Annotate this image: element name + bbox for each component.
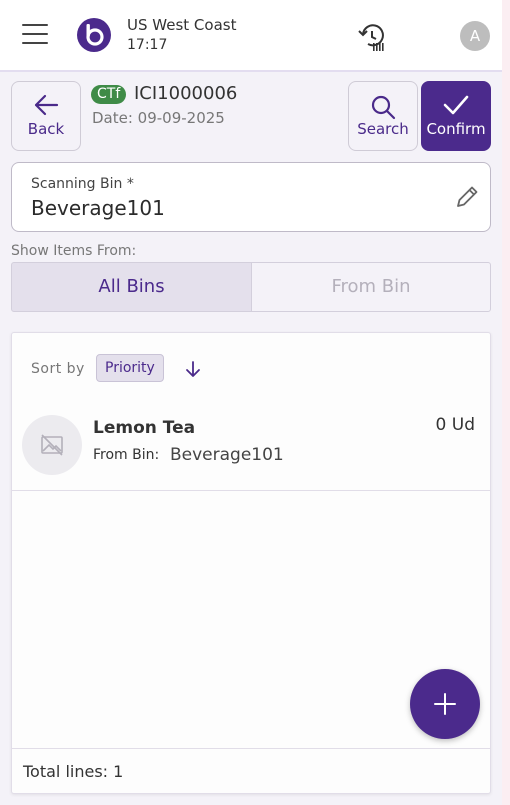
arrow-down-icon[interactable] bbox=[183, 359, 203, 379]
sort-field-chip[interactable]: Priority bbox=[96, 354, 164, 382]
list-item[interactable]: Lemon Tea From Bin: Beverage101 0 Ud bbox=[12, 403, 490, 491]
avatar[interactable]: A bbox=[460, 21, 490, 51]
add-item-button[interactable] bbox=[410, 669, 480, 739]
image-placeholder bbox=[22, 415, 82, 475]
footer-divider bbox=[12, 748, 490, 749]
search-button-label: Search bbox=[357, 120, 409, 138]
history-sync-icon[interactable] bbox=[357, 22, 387, 52]
sort-by-label: Sort by bbox=[31, 361, 85, 377]
tab-from-bin[interactable]: From Bin bbox=[251, 262, 491, 312]
plus-icon bbox=[434, 693, 456, 715]
pencil-icon[interactable] bbox=[453, 183, 481, 211]
scanning-bin-field[interactable]: Scanning Bin * Beverage101 bbox=[11, 162, 491, 232]
arrow-left-icon bbox=[34, 94, 59, 116]
back-button-label: Back bbox=[27, 120, 65, 138]
from-bin-label: From Bin: bbox=[93, 447, 160, 463]
total-lines: Total lines: 1 bbox=[23, 762, 124, 781]
clock-time: 17:17 bbox=[127, 37, 168, 53]
app-logo bbox=[77, 18, 111, 52]
no-image-icon bbox=[41, 434, 63, 456]
app-header: US West Coast 17:17 A bbox=[0, 0, 502, 72]
side-edge-strip bbox=[502, 0, 510, 805]
document-date: Date: 09-09-2025 bbox=[92, 109, 225, 127]
document-id: ICI1000006 bbox=[134, 83, 238, 104]
from-bin-value: Beverage101 bbox=[170, 445, 284, 465]
organization-name: US West Coast bbox=[127, 16, 237, 34]
tab-all-bins[interactable]: All Bins bbox=[11, 262, 252, 312]
back-button[interactable]: Back bbox=[11, 81, 81, 151]
search-button[interactable]: Search bbox=[348, 81, 418, 151]
show-items-label: Show Items From: bbox=[11, 243, 137, 259]
menu-icon[interactable] bbox=[22, 24, 48, 46]
item-quantity: 0 Ud bbox=[435, 415, 475, 435]
confirm-button[interactable]: Confirm bbox=[421, 81, 491, 151]
scanning-bin-label: Scanning Bin * bbox=[31, 176, 134, 192]
scanning-bin-value[interactable]: Beverage101 bbox=[31, 196, 165, 220]
checkmark-icon bbox=[443, 95, 469, 115]
search-icon bbox=[371, 95, 396, 120]
confirm-button-label: Confirm bbox=[426, 120, 486, 138]
document-type-badge: CTf bbox=[91, 85, 127, 104]
item-name: Lemon Tea bbox=[93, 418, 196, 438]
